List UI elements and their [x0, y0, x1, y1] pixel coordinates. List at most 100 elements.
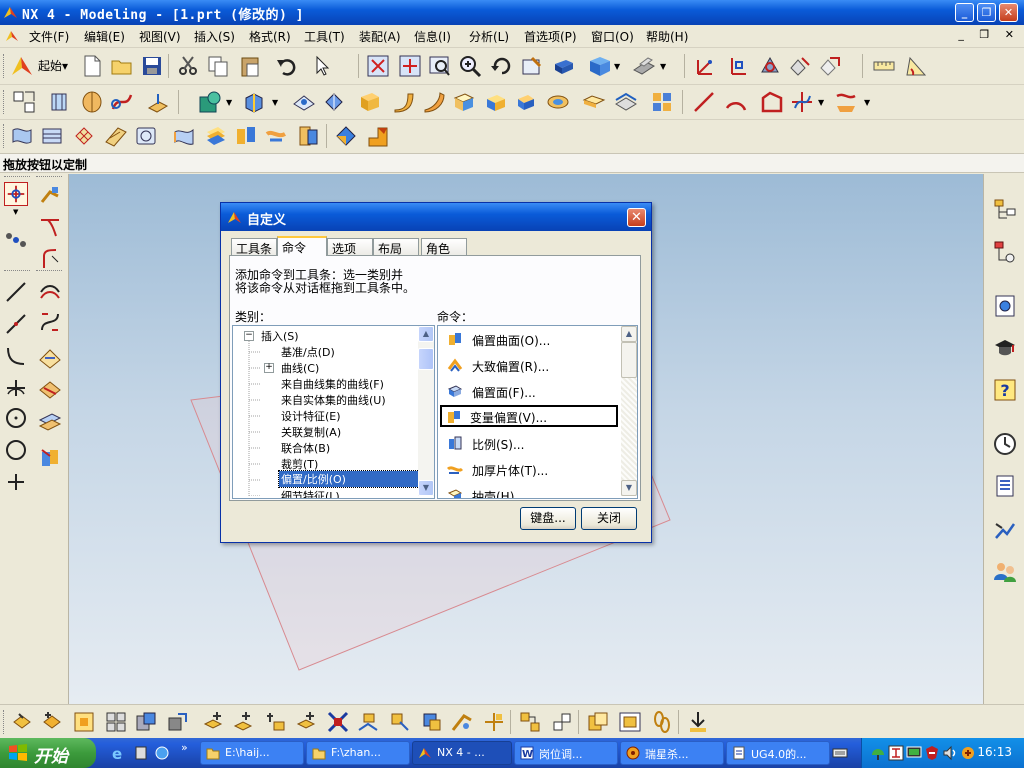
replace-component-icon[interactable]	[134, 710, 158, 734]
command-item[interactable]: 加厚片体(T)...	[442, 458, 618, 480]
bridge-curve-icon[interactable]	[38, 310, 62, 334]
tree-expand-icon[interactable]: +	[264, 363, 274, 373]
through-curves-icon[interactable]	[40, 124, 64, 148]
quilt-surface-icon[interactable]	[264, 124, 288, 148]
chevron-down-icon[interactable]: ▼	[818, 98, 824, 107]
network-icon[interactable]	[870, 745, 886, 761]
bounded-plane-icon[interactable]	[204, 124, 228, 148]
toolbar-grip[interactable]	[4, 176, 30, 178]
zoom-box-icon[interactable]	[428, 54, 452, 78]
shell-icon[interactable]	[452, 90, 476, 114]
reorder-icon[interactable]	[550, 710, 574, 734]
command-item-focused[interactable]: 变量偏置(V)...	[440, 405, 618, 427]
quicklaunch-ie-icon[interactable]	[154, 745, 170, 761]
cut-icon[interactable]	[176, 54, 200, 78]
chevron-down-icon[interactable]: ▼	[13, 208, 18, 216]
scroll-thumb[interactable]	[621, 342, 637, 378]
toolbar-grip[interactable]	[3, 124, 7, 148]
extrude-icon[interactable]	[48, 90, 72, 114]
line-icon[interactable]	[692, 90, 716, 114]
swept-surface-icon[interactable]	[104, 124, 128, 148]
window-titlebar[interactable]: NX 4 - Modeling - [1.prt (修改的) ] _ ❐ ✕	[0, 0, 1024, 25]
wcs-rotate-icon[interactable]	[758, 54, 782, 78]
perspective-icon[interactable]	[552, 54, 576, 78]
create-explosion-icon[interactable]	[296, 710, 320, 734]
taskbar-item-active[interactable]: NX 4 - ...	[412, 741, 512, 765]
menu-format[interactable]: 格式(R)	[249, 28, 291, 45]
command-item[interactable]: 偏置面(F)...	[442, 380, 618, 402]
sew-icon[interactable]	[296, 124, 320, 148]
sketch-icon[interactable]	[12, 90, 36, 114]
spline-icon[interactable]	[834, 90, 858, 114]
volume-icon[interactable]	[942, 745, 958, 761]
scroll-up-arrow-icon[interactable]: ▲	[418, 326, 434, 342]
taskbar-item[interactable]: 瑞星杀...	[620, 741, 724, 765]
line-through-point-icon[interactable]	[4, 312, 28, 336]
open-folder-icon[interactable]	[110, 54, 134, 78]
process-studio-icon[interactable]	[993, 518, 1017, 542]
delete-explosion-icon[interactable]	[420, 710, 444, 734]
category-item[interactable]: 联合体(B)	[281, 440, 330, 456]
wcs-display-icon[interactable]	[818, 54, 842, 78]
chevron-down-icon[interactable]: ▼	[864, 98, 870, 107]
save-icon[interactable]	[140, 54, 164, 78]
face-analysis-icon[interactable]	[632, 54, 656, 78]
menu-insert[interactable]: 插入(S)	[194, 28, 235, 45]
chevron-down-icon[interactable]: ▼	[226, 98, 232, 107]
arc-icon[interactable]	[724, 90, 748, 114]
training-icon[interactable]	[993, 336, 1017, 360]
undo-icon[interactable]	[275, 54, 299, 78]
tab-layout[interactable]: 布局	[373, 238, 419, 256]
download-arrow-icon[interactable]	[686, 710, 710, 734]
edit-explosion-icon[interactable]	[326, 710, 350, 734]
assembly-component-icon[interactable]	[10, 710, 34, 734]
dialog-titlebar[interactable]: 自定义 ✕	[221, 203, 651, 231]
copy-icon[interactable]	[206, 54, 230, 78]
category-item-selected[interactable]: 偏置/比例(O)	[278, 470, 420, 488]
point-icon[interactable]	[790, 90, 814, 114]
taskbar-item[interactable]: F:\zhan...	[306, 741, 410, 765]
category-item[interactable]: 裁剪(T)	[281, 456, 318, 472]
edge-blend-icon[interactable]	[292, 90, 316, 114]
unexplode-icon[interactable]	[388, 710, 412, 734]
part-navigator-icon[interactable]	[993, 240, 1017, 264]
display-settings-icon[interactable]	[906, 745, 922, 761]
category-item[interactable]: 关联复制(A)	[281, 424, 341, 440]
wave-link-icon[interactable]	[232, 710, 256, 734]
scale-body-icon[interactable]	[514, 90, 538, 114]
interference-icon[interactable]	[586, 710, 610, 734]
command-list[interactable]: 偏置曲面(O)... 大致偏置(R)... 偏置面(F)... 变量偏置(V).…	[437, 325, 638, 499]
face-blend-icon[interactable]	[334, 124, 358, 148]
offset-face-icon[interactable]	[484, 90, 508, 114]
sweep-icon[interactable]	[110, 90, 134, 114]
category-item[interactable]: 曲线(C)	[281, 360, 319, 376]
draft-icon[interactable]	[366, 124, 390, 148]
ruled-surface-icon[interactable]	[10, 124, 34, 148]
clearance-icon[interactable]	[618, 710, 642, 734]
nx-menu-icon[interactable]	[5, 29, 19, 43]
trim-body-icon[interactable]	[582, 90, 606, 114]
plus-point-icon[interactable]	[4, 470, 28, 494]
circle-icon[interactable]	[4, 406, 28, 430]
tab-options[interactable]: 选项	[327, 238, 373, 256]
category-scrollbar[interactable]: ▲ ▼	[418, 326, 434, 496]
revolve-icon[interactable]	[80, 90, 104, 114]
command-scrollbar[interactable]: ▲ ▼	[621, 326, 637, 496]
wcs-icon[interactable]	[694, 54, 718, 78]
toolbar-grip[interactable]	[36, 270, 62, 271]
section-curve-icon[interactable]	[38, 410, 62, 434]
menu-analysis[interactable]: 分析(L)	[469, 28, 509, 45]
zoom-window-icon[interactable]	[398, 54, 422, 78]
circle-three-point-icon[interactable]	[4, 438, 28, 462]
close-button[interactable]: 关闭	[581, 507, 637, 530]
rotate-icon[interactable]	[490, 54, 514, 78]
tab-roles[interactable]: 角色	[421, 238, 467, 256]
trace-line-icon[interactable]	[482, 710, 506, 734]
hole-icon[interactable]	[198, 90, 222, 114]
tube-icon[interactable]	[392, 90, 416, 114]
chamfer-icon[interactable]	[322, 90, 346, 114]
toolbar-grip[interactable]	[3, 90, 7, 114]
taskbar-item[interactable]: E:\haij...	[200, 741, 304, 765]
category-item-insert[interactable]: 插入(S)	[261, 328, 299, 344]
mate-component-icon[interactable]	[202, 710, 226, 734]
